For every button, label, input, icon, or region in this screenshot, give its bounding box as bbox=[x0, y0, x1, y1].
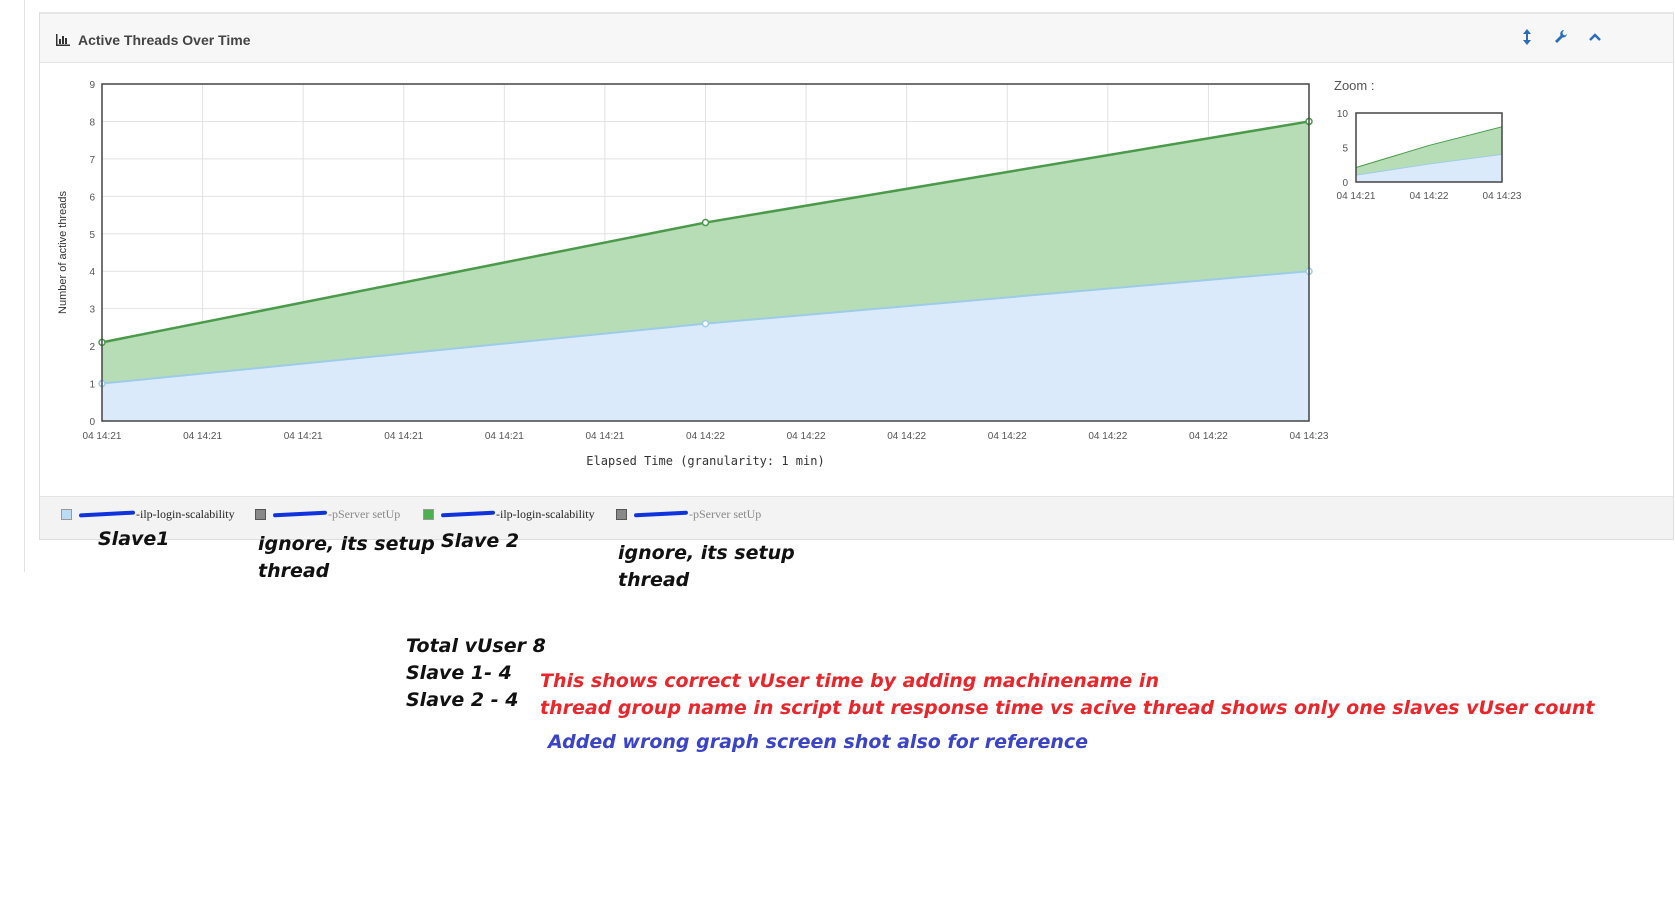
annotation-ignore-1-line2: thread bbox=[258, 560, 330, 580]
y-tick-label: 5 bbox=[89, 230, 95, 241]
y-axis-label: Number of active threads bbox=[57, 191, 69, 314]
annotation-slave1: Slave1 bbox=[98, 528, 170, 550]
y-tick-label: 6 bbox=[89, 192, 95, 203]
y-tick-label: 8 bbox=[89, 117, 95, 128]
y-tick-label: 9 bbox=[89, 80, 95, 91]
series-2-point bbox=[701, 218, 710, 227]
annotation-ignore-2-line2: thread bbox=[618, 569, 690, 591]
zoom-x-tick: 04 14:23 bbox=[1483, 191, 1522, 202]
redaction-scribble bbox=[633, 510, 689, 518]
x-tick-label: 04 14:22 bbox=[787, 431, 826, 442]
annotation-totals: Total vUser 8 Slave 1- 4 Slave 2 - 4 bbox=[406, 633, 546, 714]
x-tick-label: 04 14:22 bbox=[1088, 431, 1127, 442]
annotation-blue-note: Added wrong graph screen shot also for r… bbox=[548, 731, 1089, 753]
zoom-y-tick: 10 bbox=[1337, 109, 1349, 120]
redaction-scribble bbox=[440, 510, 496, 518]
annotation-total: Total vUser 8 bbox=[406, 635, 546, 657]
legend-swatch bbox=[61, 508, 72, 520]
legend-label: -pServer setUp bbox=[689, 506, 762, 521]
zoom-label: Zoom : bbox=[1334, 78, 1374, 93]
x-tick-label: 04 14:21 bbox=[83, 431, 122, 442]
annotation-ignore-2-line1: ignore, its setup bbox=[618, 542, 795, 564]
x-axis-label: Elapsed Time (granularity: 1 min) bbox=[586, 454, 824, 468]
y-tick-label: 2 bbox=[89, 342, 95, 353]
redaction-scribble bbox=[78, 510, 136, 518]
x-tick-label: 04 14:22 bbox=[887, 431, 926, 442]
x-tick-label: 04 14:21 bbox=[485, 431, 524, 442]
x-tick-label: 04 14:22 bbox=[1189, 431, 1228, 442]
x-tick-label: 04 14:21 bbox=[384, 431, 423, 442]
legend-swatch bbox=[616, 508, 627, 520]
zoom-x-tick: 04 14:21 bbox=[1337, 191, 1376, 202]
annotation-ignore-2: ignore, its setup thread bbox=[618, 540, 795, 594]
series-1-point bbox=[701, 319, 710, 328]
x-tick-label: 04 14:21 bbox=[585, 431, 624, 442]
annotation-slave2-count: Slave 2 - 4 bbox=[406, 689, 519, 711]
x-tick-label: 04 14:23 bbox=[1290, 431, 1329, 442]
annotation-red-line1: This shows correct vUser time by adding … bbox=[540, 670, 1159, 692]
y-tick-label: 0 bbox=[89, 417, 95, 428]
legend-item[interactable]: -ilp-login-scalability bbox=[61, 506, 235, 522]
annotation-ignore-1-line1: ignore, its setup bbox=[258, 533, 435, 555]
legend-item[interactable]: -pServer setUp bbox=[616, 506, 761, 522]
legend-item[interactable]: -pServer setUp bbox=[255, 506, 400, 522]
annotation-slave2: Slave 2 bbox=[441, 530, 520, 552]
legend-swatch bbox=[423, 508, 434, 520]
legend-item[interactable]: -ilp-login-scalability bbox=[423, 506, 595, 522]
active-threads-chart: 0 1 2 3 4 5 6 7 8 9 04 14:21 04 14:21 04 14:21 04 14:… bbox=[57, 78, 1522, 468]
y-tick-label: 3 bbox=[89, 305, 95, 316]
legend-label: -pServer setUp bbox=[328, 506, 401, 521]
zoom-x-tick: 04 14:22 bbox=[1410, 191, 1449, 202]
y-tick-label: 7 bbox=[89, 155, 95, 166]
zoom-y-tick: 0 bbox=[1342, 178, 1348, 189]
annotation-ignore-1: ignore, its setup thread bbox=[258, 531, 435, 580]
legend-label: -ilp-login-scalability bbox=[136, 506, 235, 521]
x-tick-label: 04 14:21 bbox=[183, 431, 222, 442]
x-tick-label: 04 14:21 bbox=[284, 431, 323, 442]
annotation-red-line2: thread group name in script but response… bbox=[540, 697, 1595, 719]
redaction-scribble bbox=[272, 510, 328, 518]
x-tick-label: 04 14:22 bbox=[686, 431, 725, 442]
y-tick-label: 1 bbox=[89, 380, 95, 391]
legend-swatch bbox=[255, 508, 266, 520]
annotation-red-note: This shows correct vUser time by adding … bbox=[540, 668, 1595, 722]
y-tick-label: 4 bbox=[89, 267, 95, 278]
legend-label: -ilp-login-scalability bbox=[496, 506, 595, 521]
zoom-y-tick: 5 bbox=[1342, 144, 1348, 155]
x-tick-label: 04 14:22 bbox=[988, 431, 1027, 442]
annotation-slave1-count: Slave 1- 4 bbox=[406, 662, 512, 684]
